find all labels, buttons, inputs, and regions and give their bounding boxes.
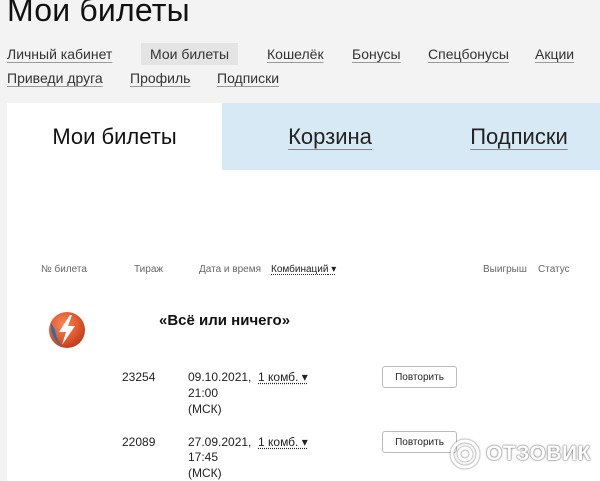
tab-label: Подписки [470,123,568,149]
triangle-down-icon: ▾ [298,435,308,449]
tab-label: Мои билеты [52,123,177,149]
column-header-datetime: Дата и время [199,264,262,275]
draw-time: 21:00 [188,386,219,400]
nav-link-special-bonuses[interactable]: Спецбонусы [428,46,509,62]
draw-timezone: (МСК) [188,402,222,416]
nav-link-wallet[interactable]: Кошелёк [267,46,324,62]
combination-count: 1 комб. [258,370,299,384]
column-header-combinations[interactable]: Комбинаций ▾ [271,264,336,275]
nav-link-my-tickets[interactable]: Мои билеты [141,43,239,65]
game-title: «Всё или ничего» [159,312,291,329]
column-header-ticket-number: № билета [41,264,87,275]
draw-number: 23254 [122,370,156,384]
nav-link-personal-account[interactable]: Личный кабинет [7,46,112,62]
column-header-combinations-label: Комбинаций [271,264,329,275]
watermark-text: ОТЗОВИК [486,442,591,465]
combination-dropdown[interactable]: 1 комб. ▾ [258,369,308,385]
tab-basket[interactable]: Корзина [222,103,438,170]
draw-time: 17:45 [188,450,219,464]
draw-date: 09.10.2021, [188,370,252,384]
lightning-logo-icon [49,312,85,348]
nav-link-profile[interactable]: Профиль [130,70,190,86]
repeat-button[interactable]: Повторить [382,431,457,453]
tab-subscriptions[interactable]: Подписки [438,103,600,170]
triangle-down-icon: ▾ [298,370,308,384]
tab-my-tickets[interactable]: Мои билеты [7,103,222,170]
column-header-draw: Тираж [134,264,164,275]
otzovik-watermark: ОТЗОВИК [450,436,591,472]
page-title: Мои билеты [7,0,190,28]
draw-number: 22089 [122,435,156,449]
repeat-button[interactable]: Повторить [382,366,457,388]
nav-link-invite-friend[interactable]: Приведи друга [7,70,103,86]
nav-link-bonuses[interactable]: Бонусы [352,46,401,62]
tab-bar: Мои билеты Корзина Подписки [7,103,600,170]
column-header-win: Выигрыш [483,264,527,275]
tab-label: Корзина [288,123,372,149]
tickets-panel: № билета Тираж Дата и время Комбинаций ▾… [7,170,600,481]
nav-link-subscriptions[interactable]: Подписки [217,70,279,86]
otzovik-logo-icon [450,439,480,469]
combination-count: 1 комб. [258,435,299,449]
nav-link-promotions[interactable]: Акции [535,46,574,62]
combination-dropdown[interactable]: 1 комб. ▾ [258,434,308,450]
draw-date: 27.09.2021, [188,435,252,449]
column-header-status: Статус [538,264,570,275]
draw-timezone: (МСК) [188,466,222,480]
triangle-down-icon: ▾ [328,264,337,275]
